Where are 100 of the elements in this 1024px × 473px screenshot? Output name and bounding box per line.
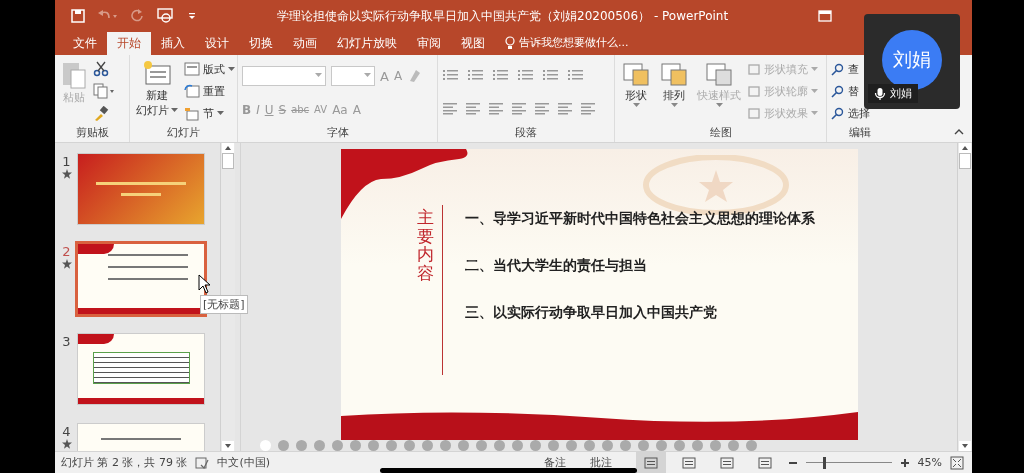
page-indicator-dot[interactable] [422,440,433,451]
editing-button[interactable]: 查 [831,61,859,77]
format-painter-icon[interactable] [93,105,109,122]
ribbon-tab[interactable]: 插入 [151,32,195,55]
caret-icon [811,111,818,117]
reset-button[interactable]: 重置 [184,84,225,99]
caret-icon [228,66,235,72]
editing-button[interactable]: 替 [831,84,859,99]
page-indicator-dot[interactable] [692,440,703,451]
slide-number: 1 [62,154,71,169]
caret-icon [670,103,678,108]
scroll-down-icon[interactable] [959,441,971,451]
page-indicator-dot[interactable] [548,440,559,451]
slide-thumbnail[interactable] [78,154,204,224]
ribbon-tab[interactable]: 视图 [451,32,495,55]
page-indicator-dot[interactable] [512,440,523,451]
spellcheck-icon[interactable] [195,456,210,469]
normal-view-icon[interactable] [635,452,666,473]
comments-button[interactable]: 批注 [589,455,612,470]
tooltip: [无标题] [200,295,248,314]
mouse-cursor-icon [198,274,212,294]
page-indicator-dot[interactable] [404,440,415,451]
page-indicator-dot[interactable] [584,440,595,451]
page-indicator-dot[interactable] [350,440,361,451]
scroll-up-icon[interactable] [222,143,234,153]
page-indicator-dot[interactable] [638,440,649,451]
page-indicator-dot[interactable] [386,440,397,451]
new-slide-button[interactable]: 新建 幻灯片 [134,58,180,125]
fit-to-window-icon[interactable] [950,455,964,470]
shapes-button[interactable]: 形状 [619,58,653,125]
slide-thumbnail[interactable] [78,334,204,404]
font-size-field[interactable] [331,66,375,87]
page-indicator-dot[interactable] [494,440,505,451]
ribbon-group-label: 剪贴板 [74,125,110,140]
slide-count: 幻灯片 第 2 张，共 79 张 [61,455,188,470]
scroll-up-icon[interactable] [959,143,971,153]
ribbon-tab[interactable]: 幻灯片放映 [327,32,407,55]
section-icon [184,106,200,121]
ribbon-tab[interactable]: 动画 [283,32,327,55]
font-name-field[interactable] [242,66,326,87]
new-slide-icon [142,60,172,88]
page-indicator-dot[interactable] [746,440,757,451]
copy-icon[interactable] [93,83,115,100]
redo-icon[interactable] [131,9,145,23]
page-indicator-dot[interactable] [440,440,451,451]
arrange-button[interactable]: 排列 [657,58,691,125]
section-button[interactable]: 节 [184,106,224,122]
window-title: 学理论担使命以实际行动争取早日加入中国共产党（刘娟20200506） - PowerPoint [277,7,729,25]
arrange-icon [659,60,689,88]
zoom-level[interactable]: 45% [917,456,942,469]
lightbulb-icon [505,36,515,50]
page-indicator-dot[interactable] [458,440,469,451]
align-left-icon[interactable] [442,101,458,116]
caret-icon [715,103,723,108]
editing-button[interactable]: 选择 [831,106,870,122]
scroll-thumb[interactable] [222,153,234,169]
scissors-icon[interactable] [93,61,109,78]
caret-icon [632,103,640,108]
page-indicator-dot[interactable] [728,440,739,451]
ribbon-tab[interactable]: 审阅 [407,32,451,55]
page-indicator-dot[interactable] [260,440,271,451]
page-indicator-dot[interactable] [278,440,289,451]
page-indicator-dot[interactable] [530,440,541,451]
ribbon-display-icon[interactable] [818,10,833,22]
scroll-down-icon[interactable] [222,441,234,451]
bullet-list-icon[interactable] [442,67,460,82]
page-indicator-dot[interactable] [476,440,487,451]
page-indicator-dot[interactable] [656,440,667,451]
slide-thumbnail[interactable] [78,244,204,314]
caret-icon [811,89,818,94]
vertical-heading: 主要内容 [417,208,434,283]
tell-me-search[interactable]: 告诉我您想要做什么... [519,35,629,55]
page-indicator-dot[interactable] [602,440,613,451]
page-indicator-dot[interactable] [620,440,631,451]
page-indicator-dot[interactable] [674,440,685,451]
ribbon-tab[interactable]: 文件 [63,32,107,55]
language-indicator[interactable]: 中文(中国) [217,455,271,470]
format-button[interactable]: abc [291,104,310,116]
ribbon-tab[interactable]: 切换 [239,32,283,55]
page-indicator-dot[interactable] [710,440,721,451]
ribbon-tab[interactable]: 开始 [107,32,151,55]
microphone-icon[interactable] [874,86,886,101]
scroll-thumb[interactable] [959,153,971,169]
customize-icon[interactable] [187,11,197,21]
layout-button[interactable]: 版式 [184,61,235,77]
page-indicator-dot[interactable] [314,440,325,451]
notes-button[interactable]: 备注 [543,455,566,470]
scrollbar[interactable] [957,143,972,451]
zoom-in-icon[interactable] [899,457,910,468]
page-indicator-dot[interactable] [332,440,343,451]
presentation-icon[interactable] [157,8,175,24]
collapse-ribbon-icon[interactable] [954,128,964,136]
save-icon[interactable] [71,9,85,23]
page-indicator-dot[interactable] [296,440,307,451]
ribbon-tab[interactable]: 设计 [195,32,239,55]
ribbon-group-label: 编辑 [848,125,872,140]
caret-icon [811,66,818,72]
page-indicator-dot[interactable] [368,440,379,451]
page-indicator-dot[interactable] [566,440,577,451]
shapes-icon [621,60,651,88]
